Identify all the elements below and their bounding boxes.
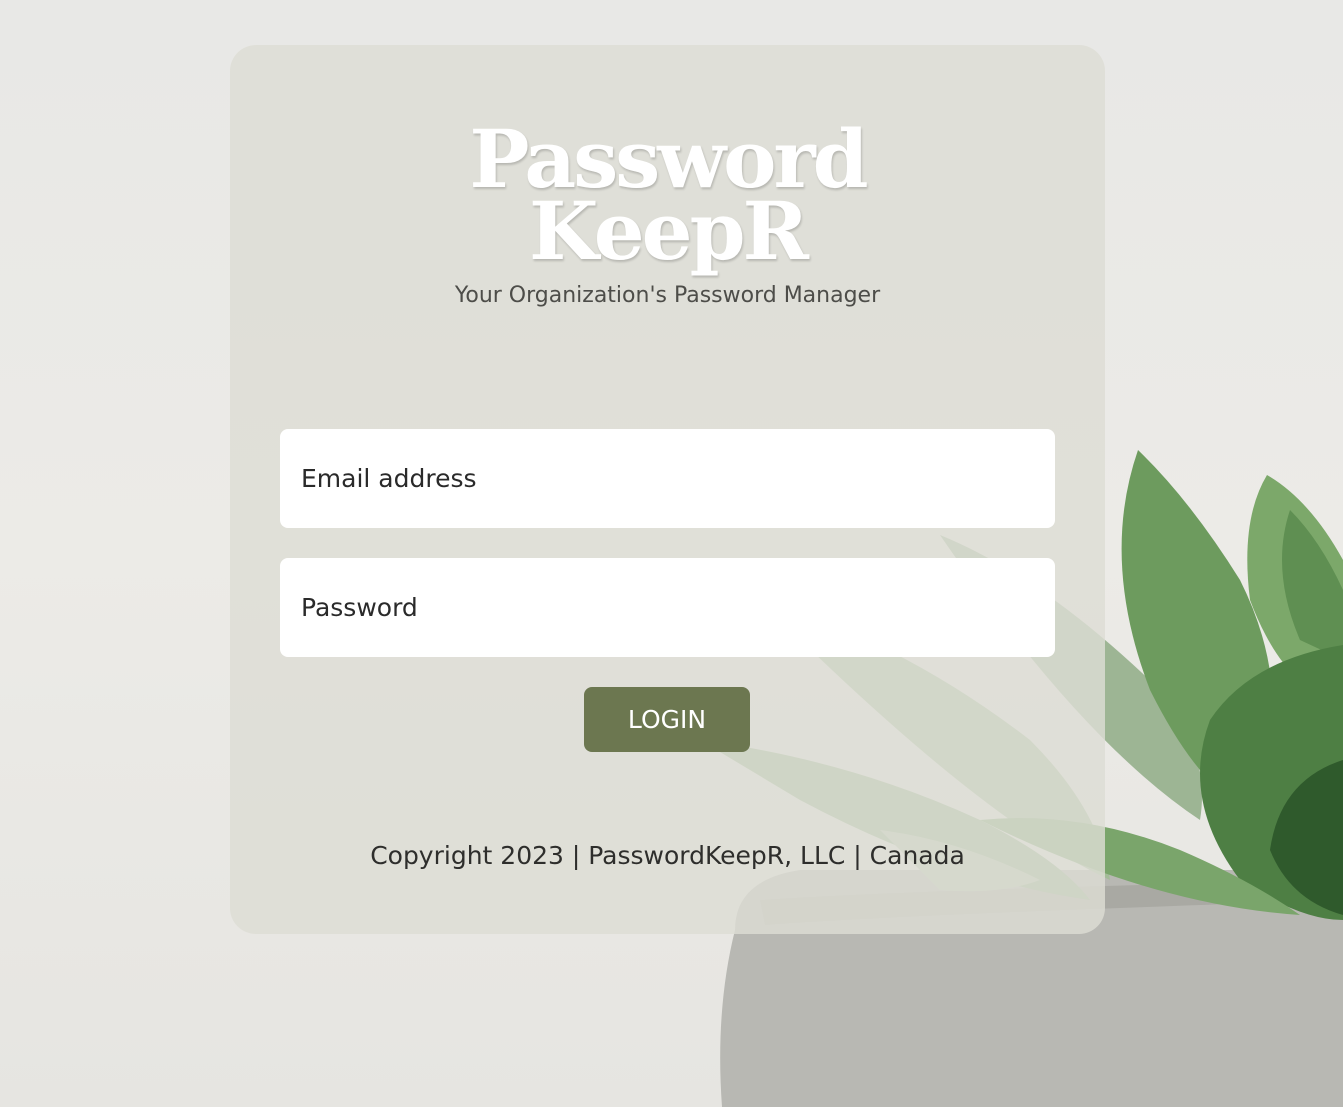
logo-line-keepr: KeepR [529, 184, 809, 278]
email-input[interactable] [301, 464, 1034, 493]
password-field-container [280, 558, 1055, 657]
copyright-footer: Copyright 2023 | PasswordKeepR, LLC | Ca… [370, 841, 965, 870]
login-page: Password KeepR Your Organization's Passw… [0, 0, 1343, 1107]
brand-logo: Password KeepR [230, 119, 1105, 278]
login-button[interactable]: LOGIN [584, 687, 750, 752]
tagline: Your Organization's Password Manager [454, 283, 881, 308]
password-input[interactable] [301, 593, 1034, 622]
login-card: Password KeepR Your Organization's Passw… [230, 45, 1105, 934]
email-field-container [280, 429, 1055, 528]
